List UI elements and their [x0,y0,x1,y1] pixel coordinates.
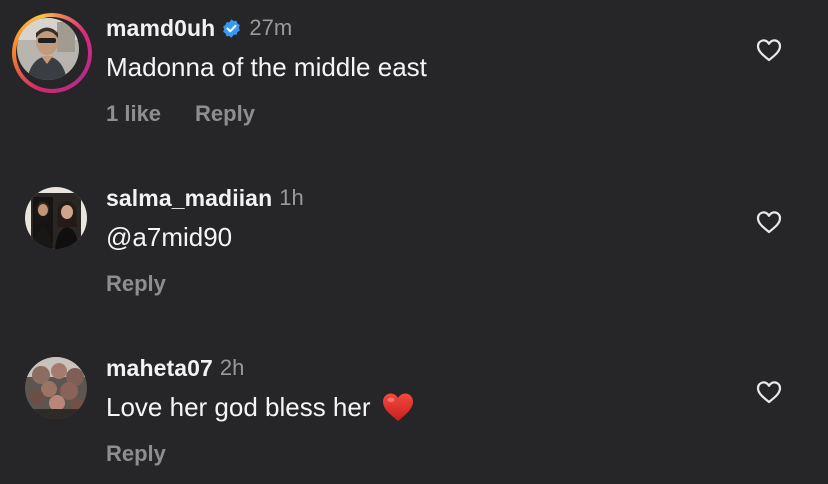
like-heart-icon[interactable] [756,210,782,234]
comment-text: @a7mid90 [106,221,233,252]
comment-header: salma_madiian 1h [106,183,304,213]
comment-text: Love her god bless her [106,390,415,424]
comment-header: mamd0uh 27m [106,13,292,43]
user-photo-avatar-icon [25,187,87,249]
comment-header: maheta07 2h [106,353,244,383]
timestamp: 2h [219,355,245,380]
comments-list: mamd0uh 27m Madonna of the middle east 1… [0,0,828,484]
reply-button[interactable]: Reply [195,101,255,127]
story-ring[interactable] [12,13,92,93]
comment-text-content: Love her god bless her [106,391,371,422]
red-heart-emoji-icon [381,391,415,423]
reply-button[interactable]: Reply [106,441,166,467]
avatar[interactable] [17,18,79,80]
user-photo-avatar-icon [25,357,87,419]
avatar[interactable] [25,187,87,249]
username[interactable]: salma_madiian [106,185,272,212]
likes-count-link[interactable]: 1 like [106,101,161,127]
comment-actions: 1 like Reply [106,100,255,128]
timestamp: 27m [249,15,293,40]
timestamp: 1h [279,185,304,210]
comment-actions: Reply [106,440,166,468]
avatar[interactable] [25,357,87,419]
comment-text: Madonna of the middle east [106,51,427,82]
comment-actions: Reply [106,270,166,298]
username[interactable]: maheta07 [106,355,213,382]
reply-button[interactable]: Reply [106,271,166,297]
comment-item: mamd0uh 27m Madonna of the middle east 1… [0,0,828,160]
username[interactable]: mamd0uh [106,15,215,42]
user-photo-avatar-icon [17,18,79,80]
like-heart-icon[interactable] [756,38,782,62]
comment-item: maheta07 2h Love her god bless her Reply [0,340,828,484]
like-heart-icon[interactable] [756,380,782,404]
comment-item: salma_madiian 1h @a7mid90 Reply [0,170,828,330]
verified-badge-icon [221,18,242,39]
